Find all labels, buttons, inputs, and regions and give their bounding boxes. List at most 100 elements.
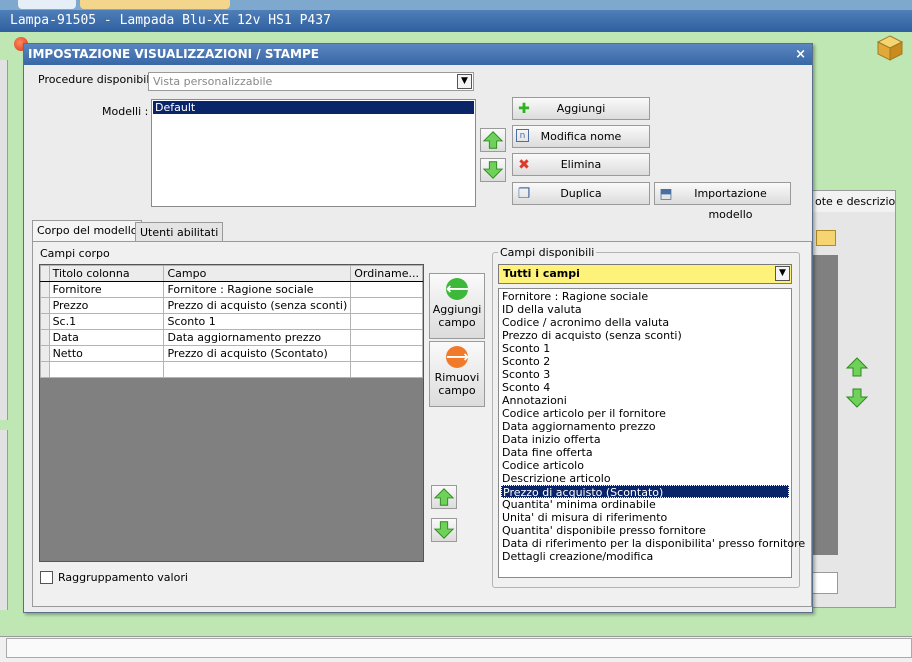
background-input[interactable] (812, 572, 838, 594)
duplica-button[interactable]: ❐ Duplica (512, 182, 650, 205)
plus-icon: ✚ (518, 101, 530, 117)
field-down-button[interactable] (431, 518, 457, 542)
row-header[interactable] (40, 345, 50, 362)
background-tab[interactable] (18, 0, 76, 9)
grid-cell[interactable]: Prezzo (48, 297, 165, 314)
grid-cell[interactable] (350, 329, 423, 346)
list-item[interactable]: Data inizio offerta (501, 433, 789, 446)
column-header[interactable]: Campo (163, 265, 352, 282)
chevron-down-icon[interactable]: ▼ (775, 266, 790, 281)
grid-cell[interactable] (350, 313, 423, 330)
list-item[interactable]: Annotazioni (501, 394, 789, 407)
row-header[interactable] (40, 329, 50, 346)
table-row[interactable]: Netto Prezzo di acquisto (Scontato) (40, 345, 423, 362)
raggruppamento-checkbox[interactable] (40, 571, 53, 584)
arrow-down-icon[interactable] (844, 386, 870, 410)
list-item[interactable]: Sconto 4 (501, 381, 789, 394)
grid-table: Titolo colonna Campo Ordiname... Fornito… (40, 265, 423, 378)
grid-cell[interactable]: Fornitore (48, 281, 165, 298)
window-title: Lampa-91505 - Lampada Blu-XE 12v HS1 P43… (0, 10, 912, 32)
procedure-label: Procedure disponibili : (38, 73, 160, 86)
background-frame (0, 60, 8, 420)
row-header[interactable] (40, 361, 50, 378)
table-row[interactable]: Sc.1 Sconto 1 (40, 313, 423, 330)
row-header[interactable] (40, 313, 50, 330)
list-item[interactable]: Data di riferimento per la disponibilita… (501, 537, 805, 550)
copy-icon: ❐ (517, 186, 531, 202)
arrow-right-icon: ⟶ (446, 346, 469, 368)
modelli-list[interactable]: Default (151, 99, 476, 207)
column-header[interactable]: Titolo colonna (48, 265, 165, 282)
table-row[interactable]: Data Data aggiornamento prezzo (40, 329, 423, 346)
grid-cell[interactable]: Sconto 1 (163, 313, 352, 330)
grid-cell[interactable] (350, 345, 423, 362)
aggiungi-campo-button[interactable]: ⟵ Aggiungi campo (429, 273, 485, 339)
list-item[interactable]: Codice / acronimo della valuta (501, 316, 789, 329)
modelli-label: Modelli : (102, 105, 149, 118)
elimina-button[interactable]: ✖ Elimina (512, 153, 650, 176)
table-row[interactable] (40, 361, 423, 378)
list-item[interactable]: Default (153, 101, 474, 114)
grid-cell[interactable] (350, 297, 423, 314)
list-item[interactable]: Sconto 3 (501, 368, 789, 381)
grid-cell[interactable]: Netto (48, 345, 165, 362)
grid-cell[interactable]: Fornitore : Ragione sociale (163, 281, 352, 298)
modifica-nome-button[interactable]: n Modifica nome (512, 125, 650, 148)
grid-cell[interactable]: Data aggiornamento prezzo (163, 329, 352, 346)
package-icon[interactable] (876, 34, 904, 62)
rimuovi-campo-button[interactable]: ⟶ Rimuovi campo (429, 341, 485, 407)
list-item[interactable]: Data aggiornamento prezzo (501, 420, 789, 433)
folder-icon[interactable] (816, 230, 836, 246)
table-row[interactable]: Prezzo Prezzo di acquisto (senza sconti) (40, 297, 423, 314)
table-row[interactable]: Fornitore Fornitore : Ragione sociale (40, 281, 423, 298)
arrow-down-icon (482, 161, 504, 179)
arrow-up-icon (482, 131, 504, 149)
aggiungi-button[interactable]: ✚ Aggiungi (512, 97, 650, 120)
list-item[interactable]: Descrizione articolo (501, 472, 789, 485)
list-item[interactable]: Prezzo di acquisto (senza sconti) (501, 329, 789, 342)
column-header[interactable]: Ordiname... (350, 265, 423, 282)
grid-cell[interactable]: Prezzo di acquisto (senza sconti) (163, 297, 352, 314)
chevron-down-icon[interactable]: ▼ (457, 74, 472, 89)
list-item[interactable]: Codice articolo per il fornitore (501, 407, 789, 420)
list-item[interactable]: Fornitore : Ragione sociale (501, 290, 789, 303)
campi-filter-select[interactable]: Tutti i campi ▼ (498, 264, 792, 284)
row-header[interactable] (40, 297, 50, 314)
campi-corpo-grid[interactable]: Titolo colonna Campo Ordiname... Fornito… (39, 264, 424, 562)
move-up-button[interactable] (480, 128, 506, 152)
list-item[interactable]: Sconto 2 (501, 355, 789, 368)
grid-cell[interactable] (350, 281, 423, 298)
importazione-modello-button[interactable]: ⬒ Importazione modello (654, 182, 791, 221)
campi-corpo-label: Campi corpo (40, 247, 110, 260)
campi-disponibili-list[interactable]: Fornitore : Ragione sociale ID della valu… (498, 288, 805, 578)
grid-cell[interactable]: Data (48, 329, 165, 346)
list-item[interactable]: Prezzo di acquisto (Scontato) (501, 485, 789, 499)
list-item[interactable]: Codice articolo (501, 459, 789, 472)
arrow-left-icon: ⟵ (446, 278, 469, 300)
arrow-up-icon[interactable] (844, 355, 870, 379)
grid-cell[interactable]: Prezzo di acquisto (Scontato) (163, 345, 352, 362)
tab-corpo-del-modello[interactable]: Corpo del modello (32, 220, 143, 243)
dialog-title: IMPOSTAZIONE VISUALIZZAZIONI / STAMPE (28, 47, 319, 61)
list-item[interactable]: Unita' di misura di riferimento (501, 511, 789, 524)
grid-cell[interactable] (48, 361, 165, 378)
list-item[interactable]: ID della valuta (501, 303, 789, 316)
background-tab-active[interactable] (80, 0, 230, 9)
grid-cell[interactable]: Sc.1 (48, 313, 165, 330)
tab-note-descrizioni[interactable]: ote e descrizioni (812, 190, 896, 212)
list-item[interactable]: Data fine offerta (501, 446, 789, 459)
close-icon[interactable]: × (795, 44, 806, 65)
tab-utenti-abilitati[interactable]: Utenti abilitati (135, 222, 224, 243)
raggruppamento-label: Raggruppamento valori (58, 571, 188, 584)
list-item[interactable]: Quantita' minima ordinabile (501, 498, 789, 511)
list-item[interactable]: Dettagli creazione/modifica (501, 550, 789, 563)
move-down-button[interactable] (480, 158, 506, 182)
grid-cell[interactable] (163, 361, 352, 378)
procedure-select[interactable]: Vista personalizzabile ▼ (148, 72, 474, 91)
grid-cell[interactable] (350, 361, 423, 378)
list-item[interactable]: Quantita' disponibile presso fornitore (501, 524, 789, 537)
field-up-button[interactable] (431, 485, 457, 509)
row-header[interactable] (40, 281, 50, 298)
row-header (40, 265, 50, 282)
list-item[interactable]: Sconto 1 (501, 342, 789, 355)
